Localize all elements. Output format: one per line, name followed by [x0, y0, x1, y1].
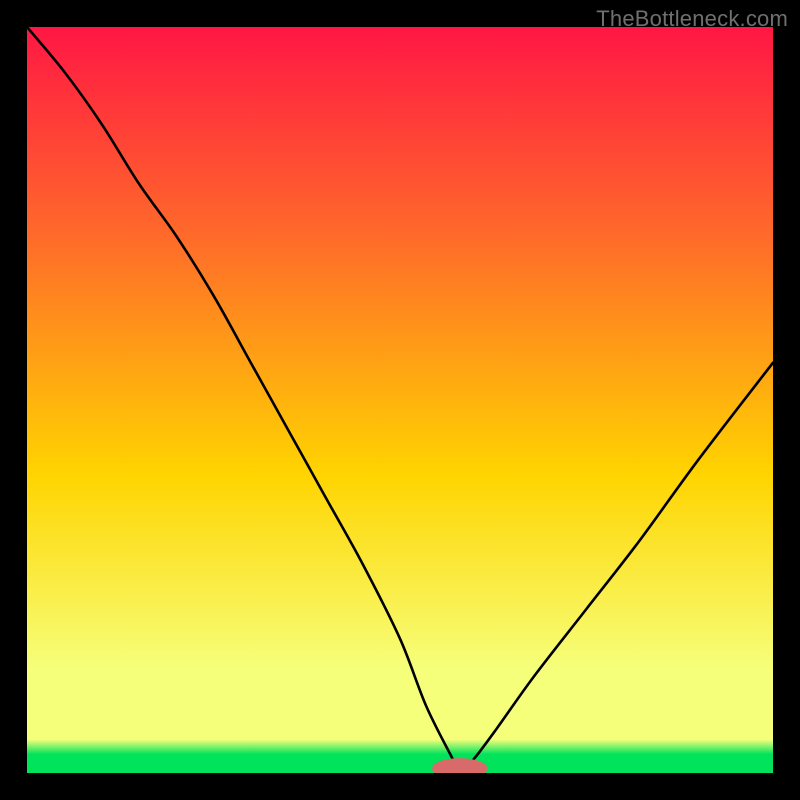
- chart-svg: [27, 27, 773, 773]
- gradient-background: [27, 27, 773, 773]
- chart-plot-area: [27, 27, 773, 773]
- chart-frame: TheBottleneck.com: [0, 0, 800, 800]
